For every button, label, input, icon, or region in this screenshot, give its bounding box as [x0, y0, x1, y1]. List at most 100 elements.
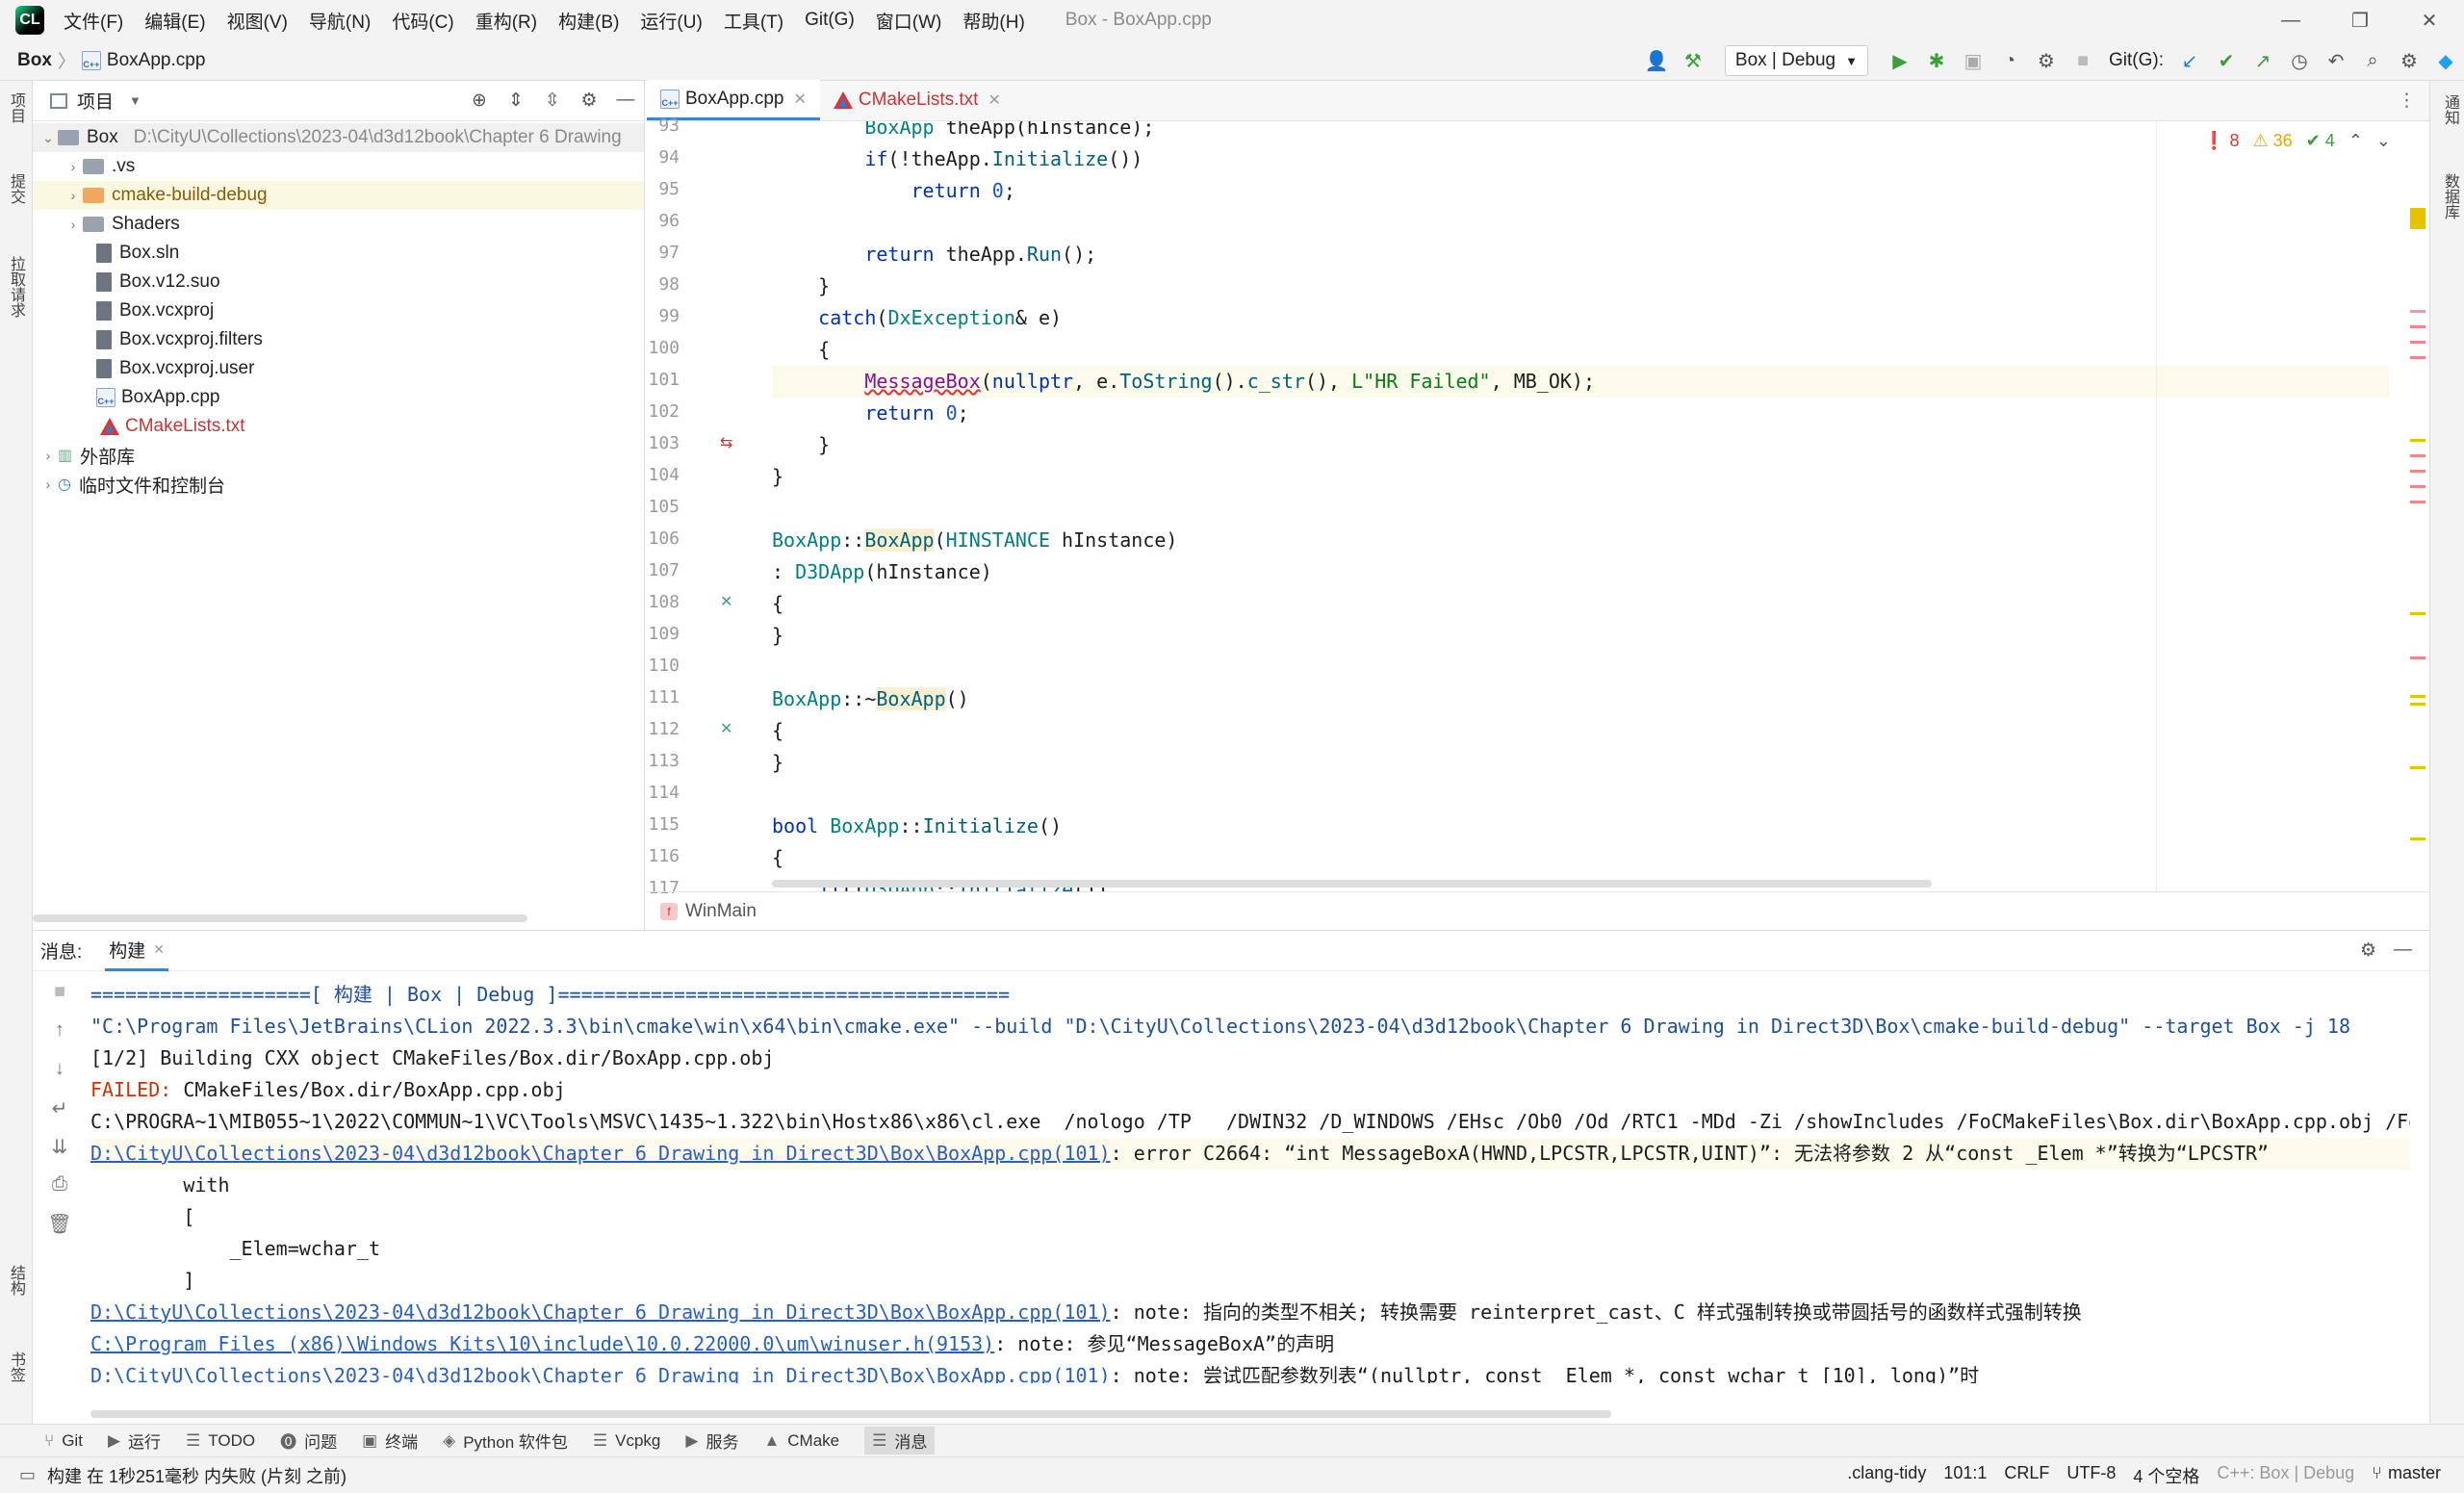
editor-horizontal-scrollbar[interactable]	[772, 880, 1932, 888]
soft-wrap-icon[interactable]: ↵	[52, 1096, 68, 1135]
status-message[interactable]: 构建 在 1秒251毫秒 内失败 (片刻 之前)	[47, 1463, 346, 1488]
tool-services[interactable]: ▶ 服务	[685, 1429, 738, 1453]
tab-boxapp-cpp[interactable]: C++ BoxApp.cpp ✕	[647, 80, 820, 120]
build-hammer-icon[interactable]: ⚒	[1675, 42, 1711, 79]
build-output[interactable]: ===================[ 构建 | Box | Debug ]=…	[90, 979, 2410, 1383]
breadcrumb-project[interactable]: Box	[17, 50, 52, 71]
tool-git[interactable]: ⑂ Git	[44, 1431, 83, 1451]
more-options-icon[interactable]: ⋮	[2398, 80, 2416, 120]
warning-mark[interactable]	[2410, 837, 2426, 840]
warning-mark[interactable]	[2410, 766, 2426, 769]
tree-item-file[interactable]: Box.vcxproj.user	[33, 354, 644, 383]
chevron-right-icon[interactable]: ›	[64, 217, 83, 232]
tool-vcpkg[interactable]: ☰ Vcpkg	[593, 1431, 661, 1451]
warning-mark[interactable]	[2410, 703, 2426, 706]
menu-file[interactable]: 文件(F)	[64, 8, 123, 34]
chevron-right-icon[interactable]: ›	[38, 448, 58, 463]
error-mark[interactable]	[2410, 501, 2426, 503]
menu-tools[interactable]: 工具(T)	[724, 8, 783, 34]
restore-icon[interactable]: ❐	[2325, 0, 2395, 40]
tool-pull-requests[interactable]: 拉取请求	[4, 256, 27, 318]
tree-item-file[interactable]: Box.sln	[33, 239, 644, 268]
minimize-icon[interactable]: —	[2256, 0, 2325, 40]
tree-item-root[interactable]: ⌄ Box D:\CityU\Collections\2023-04\d3d12…	[33, 123, 644, 152]
tool-bookmarks[interactable]: 书签	[4, 1351, 27, 1382]
tool-terminal[interactable]: ▣ 终端	[362, 1429, 418, 1453]
error-stripe[interactable]	[2404, 121, 2429, 891]
error-mark[interactable]	[2410, 454, 2426, 457]
gear-icon[interactable]: ⚙	[2360, 940, 2376, 962]
tree-item-cmake-build-debug[interactable]: › cmake-build-debug	[33, 181, 644, 210]
windows-icon[interactable]: ▭	[19, 1465, 36, 1485]
current-function[interactable]: WinMain	[685, 901, 757, 922]
print-icon[interactable]: ⎙	[52, 1173, 67, 1212]
breadcrumb-file[interactable]: BoxApp.cpp	[107, 50, 205, 71]
status-context[interactable]: C++: Box | Debug	[2217, 1463, 2354, 1488]
stop-icon[interactable]: ■	[54, 981, 65, 1019]
hide-icon[interactable]: —	[2394, 940, 2412, 962]
tool-structure[interactable]: 结构	[4, 1265, 27, 1296]
source-link[interactable]: D:\CityU\Collections\2023-04\d3d12book\C…	[90, 1300, 1111, 1324]
git-push-icon[interactable]: ↗	[2245, 42, 2281, 79]
tool-notifications[interactable]: 通知	[2438, 94, 2461, 125]
tool-messages[interactable]: ☰ 消息	[864, 1427, 936, 1454]
chevron-right-icon[interactable]: ›	[38, 476, 58, 492]
tree-item-file[interactable]: Box.vcxproj.filters	[33, 325, 644, 354]
menu-window[interactable]: 窗口(W)	[876, 8, 942, 34]
horizontal-scrollbar[interactable]	[33, 914, 527, 922]
account-icon[interactable]: 👤	[1638, 42, 1675, 79]
chevron-down-icon[interactable]: ▼	[129, 93, 141, 108]
trash-icon[interactable]: 🗑	[47, 1212, 71, 1250]
error-mark[interactable]	[2410, 325, 2426, 328]
warning-mark[interactable]	[2410, 208, 2426, 229]
project-panel-title[interactable]: 项目	[77, 88, 114, 114]
menu-refactor[interactable]: 重构(R)	[475, 8, 537, 34]
output-horizontal-scrollbar[interactable]	[90, 1410, 1611, 1418]
menu-run[interactable]: 运行(U)	[640, 8, 702, 34]
git-update-icon[interactable]: ↙	[2171, 42, 2208, 79]
run-icon[interactable]: ▶	[1882, 42, 1918, 79]
tool-run[interactable]: ▶ 运行	[108, 1429, 161, 1453]
expand-all-icon[interactable]: ⇕	[498, 90, 534, 112]
status-encoding[interactable]: UTF-8	[2066, 1463, 2116, 1488]
status-linter[interactable]: .clang-tidy	[1847, 1463, 1926, 1488]
close-tab-icon[interactable]: ✕	[153, 941, 165, 958]
tool-problems[interactable]: ⓿ 问题	[280, 1429, 337, 1453]
close-icon[interactable]: ✕	[2395, 0, 2464, 40]
down-arrow-icon[interactable]: ↓	[55, 1058, 64, 1096]
tree-item-vs[interactable]: › .vs	[33, 152, 644, 181]
attach-icon[interactable]: ⚙	[2028, 42, 2065, 79]
status-eol[interactable]: CRLF	[2004, 1463, 2049, 1488]
close-tab-icon[interactable]: ✕	[793, 90, 806, 109]
error-mark[interactable]	[2410, 470, 2426, 473]
menu-navigate[interactable]: 导航(N)	[309, 8, 371, 34]
tree-item-shaders[interactable]: › Shaders	[33, 210, 644, 239]
status-branch[interactable]: ⑂ master	[2372, 1463, 2441, 1488]
coverage-icon[interactable]: ▣	[1955, 42, 1991, 79]
source-link[interactable]: D:\CityU\Collections\2023-04\d3d12book\C…	[90, 1364, 1111, 1383]
stop-icon[interactable]: ■	[2065, 42, 2101, 79]
error-mark[interactable]	[2410, 356, 2426, 359]
menu-view[interactable]: 视图(V)	[227, 8, 288, 34]
tool-database[interactable]: 数据库	[2438, 173, 2461, 219]
source-link[interactable]: D:\CityU\Collections\2023-04\d3d12book\C…	[90, 1142, 1111, 1165]
hide-icon[interactable]: —	[607, 90, 644, 112]
menu-help[interactable]: 帮助(H)	[962, 8, 1024, 34]
profile-icon[interactable]: ◔	[1991, 42, 2028, 79]
tool-project[interactable]: 项目	[4, 92, 27, 123]
warning-mark[interactable]	[2410, 612, 2426, 615]
gear-icon[interactable]: ⚙	[571, 90, 607, 112]
warning-mark[interactable]	[2410, 695, 2426, 698]
menu-build[interactable]: 构建(B)	[558, 8, 619, 34]
git-commit-icon[interactable]: ✔	[2208, 42, 2245, 79]
history-icon[interactable]: ◷	[2281, 42, 2318, 79]
status-position[interactable]: 101:1	[1943, 1463, 1987, 1488]
override-gutter-icon[interactable]: ⇆	[720, 433, 732, 452]
source-link[interactable]: C:\Program Files (x86)\Windows Kits\10\i…	[90, 1332, 994, 1355]
menu-code[interactable]: 代码(C)	[392, 8, 453, 34]
tool-python-packages[interactable]: ◈ Python 软件包	[443, 1429, 568, 1453]
error-mark[interactable]	[2410, 310, 2426, 313]
declaration-gutter-icon[interactable]: ✕	[720, 719, 732, 738]
tree-item-file[interactable]: CMakeLists.txt	[33, 412, 644, 441]
debug-icon[interactable]: ✱	[1918, 42, 1955, 79]
